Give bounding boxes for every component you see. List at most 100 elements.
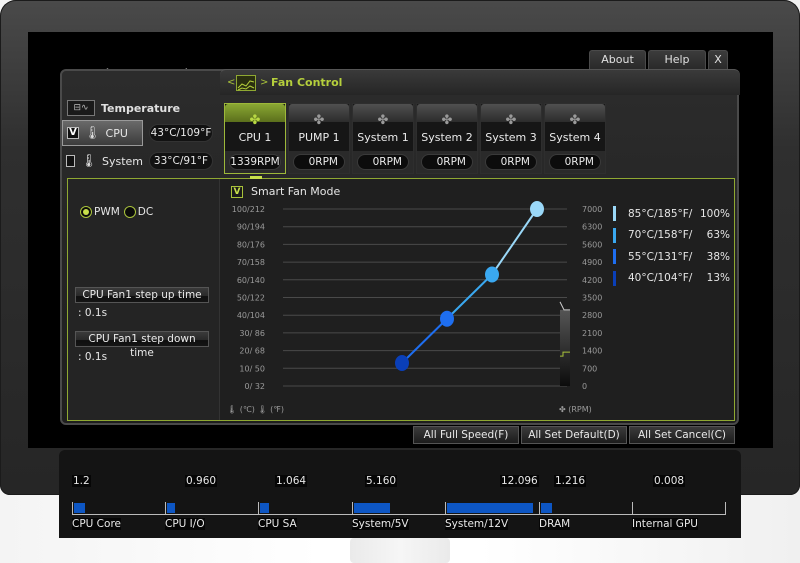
prev-section-arrow[interactable]: < — [227, 77, 235, 88]
temp-sensor-cpu[interactable]: V 🌡︎ CPU 43°C/109°F — [62, 120, 222, 146]
legend-row: 40°C/104°F/ 13% — [613, 268, 731, 290]
voltage-bar-track — [352, 502, 445, 515]
left-tick-label: 90/194 — [237, 223, 265, 232]
step-up-time-button[interactable]: CPU Fan1 step up time — [75, 287, 209, 303]
right-tick-label: 4200 — [582, 276, 602, 285]
fan-icon: ✤ — [313, 113, 325, 128]
voltage-item: 12.096 System/12V — [445, 450, 539, 538]
legend-swatch — [613, 227, 616, 243]
close-button[interactable]: X — [708, 50, 728, 69]
smart-fan-mode-label: Smart Fan Mode — [251, 185, 341, 198]
voltage-item: 5.160 System/5V — [352, 450, 445, 538]
voltage-value: 1.2 — [72, 475, 91, 487]
temperature-label: Temperature — [101, 101, 181, 115]
step-down-time-button[interactable]: CPU Fan1 step down time — [75, 331, 209, 359]
fan-rpm: 0RPM — [485, 154, 537, 170]
legend-percent: 38% — [706, 250, 730, 263]
fan-tab-cpu1[interactable]: ✤ CPU 1 1339RPM — [224, 103, 286, 174]
waveform-icon: ⊟∿ — [67, 100, 95, 116]
legend-percent: 100% — [699, 207, 730, 220]
left-tick-label: 20/ 68 — [239, 347, 265, 356]
sensor-value: 43°C/109°F — [149, 124, 213, 142]
fan-name: System 4 — [549, 131, 601, 144]
fan-name: CPU 1 — [238, 131, 272, 144]
help-tab[interactable]: Help — [648, 50, 706, 69]
fan-rpm: 0RPM — [421, 154, 473, 170]
about-tab[interactable]: About — [589, 50, 646, 69]
all-set-cancel-button[interactable]: All Set Cancel(C) — [629, 426, 735, 444]
temp-sensor-name-box: V 🌡︎ CPU — [62, 120, 143, 146]
fan-icon: ✤ — [377, 113, 389, 128]
fan-tab-pump1[interactable]: ✤ PUMP 1 0RPM — [288, 103, 350, 174]
dc-radio[interactable] — [123, 206, 136, 218]
next-section-arrow[interactable]: > — [260, 77, 268, 88]
all-full-speed-button[interactable]: All Full Speed(F) — [413, 426, 519, 444]
voltage-item: 0.960 CPU I/O — [165, 450, 258, 538]
right-tick-label: 2100 — [582, 329, 602, 338]
right-tick-label: 3500 — [582, 294, 602, 303]
left-tick-label: 60/140 — [237, 276, 265, 285]
smart-fan-mode-checkbox[interactable]: V — [231, 185, 243, 198]
voltage-label: CPU I/O — [165, 518, 205, 530]
fan-curve-legend: 85°C/185°F/ 100% 70°C/158°F/ 63% 55°C/13… — [613, 203, 731, 289]
left-tick-label: 70/158 — [237, 258, 265, 267]
left-tick-label: 40/104 — [237, 311, 265, 320]
right-tick-label: 7000 — [582, 205, 602, 214]
right-tick-label: 4900 — [582, 258, 602, 267]
fan-curve-point[interactable] — [485, 266, 499, 283]
all-set-default-button[interactable]: All Set Default(D) — [521, 426, 627, 444]
voltage-value: 5.160 — [365, 475, 398, 487]
voltage-bar — [354, 503, 390, 513]
pwm-radio[interactable] — [80, 206, 92, 218]
thermometer-icon: 🌡︎ — [80, 153, 97, 169]
cpu-sensor-checkbox[interactable]: V — [67, 127, 79, 139]
fan-control-chart-icon — [236, 75, 256, 91]
fan-tab-system1[interactable]: ✤ System 1 0RPM — [352, 103, 414, 174]
fan-name: System 2 — [421, 131, 473, 144]
sensor-name: System — [101, 154, 143, 168]
fan-curve-segment — [491, 208, 538, 276]
left-tick-label: 30/ 86 — [239, 329, 265, 338]
voltage-bar-track — [165, 502, 258, 515]
voltage-value: 12.096 — [500, 475, 539, 487]
sensor-name: CPU — [105, 126, 128, 140]
fan-tab-system2[interactable]: ✤ System 2 0RPM — [416, 103, 478, 174]
right-tick-label: 5600 — [582, 240, 602, 249]
voltage-bar — [74, 503, 85, 513]
voltage-label: CPU Core — [72, 518, 121, 530]
thermometer-icon: 🌡︎ — [84, 125, 101, 141]
smart-fan-mode-row: V Smart Fan Mode — [231, 185, 340, 198]
pwm-label: PWM — [94, 206, 120, 218]
rpm-gauge-cap — [559, 301, 570, 311]
fan-rpm: 0RPM — [357, 154, 409, 170]
legend-row: 85°C/185°F/ 100% — [613, 203, 731, 225]
right-tick-label: 1400 — [582, 347, 602, 356]
voltage-item: 1.2 CPU Core — [72, 450, 165, 538]
fan-icon: ✤ — [505, 113, 517, 128]
fan-tab-system4[interactable]: ✤ System 4 0RPM — [544, 103, 606, 174]
left-axis-unit-label: 🌡 (℃) 🌡 (℉) — [227, 405, 284, 414]
fan-curve-point[interactable] — [395, 354, 409, 371]
fan-curve-point[interactable] — [440, 310, 454, 327]
fan-rpm: 1339RPM — [229, 154, 281, 170]
fan-name: System 1 — [357, 131, 409, 144]
legend-percent: 13% — [706, 272, 730, 285]
fan-name: System 3 — [485, 131, 537, 144]
legend-swatch — [613, 249, 616, 265]
rpm-gauge — [560, 309, 570, 386]
step-down-time-value: : 0.1s — [78, 351, 108, 363]
voltage-label: System/5V — [352, 518, 409, 530]
left-tick-label: 0/ 32 — [244, 382, 265, 391]
legend-percent: 63% — [706, 229, 730, 242]
temp-sensor-system[interactable]: 🌡︎ System 33°C/91°F — [62, 148, 222, 174]
fan-tab-system3[interactable]: ✤ System 3 0RPM — [480, 103, 542, 174]
system-sensor-checkbox[interactable] — [66, 155, 76, 167]
fan-curve-chart[interactable]: 100/212 90/194 80/176 70/158 60/140 50/122 40/… — [222, 200, 602, 420]
voltage-bar — [447, 503, 533, 513]
fan-curve-point[interactable] — [530, 201, 544, 217]
fan-icon: ✤ — [441, 113, 453, 128]
right-tick-label: 0 — [582, 382, 587, 391]
voltage-bar — [260, 503, 269, 513]
voltage-bar-track — [445, 502, 539, 515]
left-tick-label: 80/176 — [237, 240, 265, 249]
